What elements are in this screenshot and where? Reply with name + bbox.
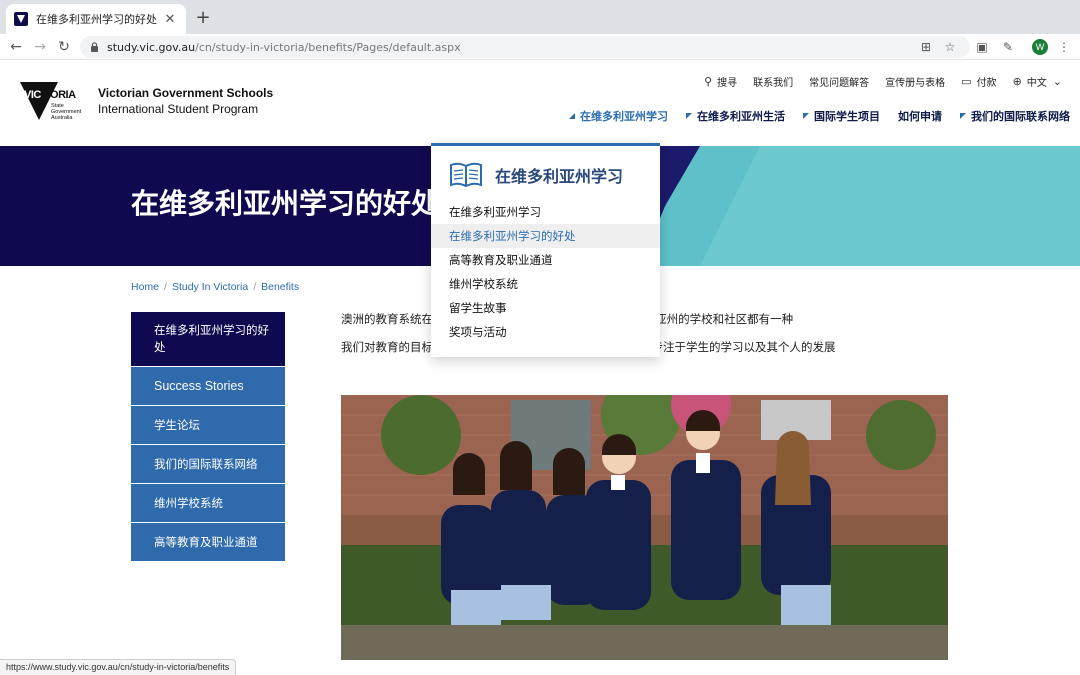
forward-arrow-icon[interactable]: → <box>30 37 50 57</box>
url-host: study.vic.gov.au <box>107 40 196 54</box>
browser-tab[interactable]: 在维多利亚州学习的好处 ✕ <box>6 4 186 34</box>
sidebar-item-success-stories[interactable]: Success Stories <box>131 367 285 406</box>
eyedropper-extension-icon[interactable]: ✎ <box>1000 39 1016 55</box>
util-contact-link[interactable]: 联系我们 <box>753 74 793 89</box>
dropdown-item-student-stories[interactable]: 留学生故事 <box>431 296 660 320</box>
util-search-link[interactable]: ⚲ 搜寻 <box>704 74 737 89</box>
nav-how-to-apply[interactable]: 如何申请 <box>898 108 942 124</box>
chevron-down-icon: ⌄ <box>1052 75 1062 88</box>
logo-title: Victorian Government Schools <box>98 86 274 100</box>
breadcrumb-separator: / <box>164 281 167 293</box>
sidebar-item-pathways[interactable]: 高等教育及职业通道 <box>131 523 285 562</box>
nav-label: 如何申请 <box>898 110 942 123</box>
sidebar-nav: 在维多利亚州学习的好处 Success Stories 学生论坛 我们的国际联系… <box>131 312 285 562</box>
browser-menu-icon[interactable]: ⋮ <box>1056 39 1072 55</box>
address-toolbar: ← → ↻ study.vic.gov.au /cn/study-in-vict… <box>0 34 1080 60</box>
site-logo[interactable]: VIC TORIA State Government Australia Vic… <box>18 80 273 122</box>
svg-text:Australia: Australia <box>51 115 73 121</box>
url-path: /cn/study-in-victoria/benefits/Pages/def… <box>195 40 461 54</box>
breadcrumb-home[interactable]: Home <box>131 281 159 293</box>
svg-text:TORIA: TORIA <box>44 89 76 101</box>
site-header: VIC TORIA State Government Australia Vic… <box>0 60 1080 146</box>
main-nav: 在维多利亚州学习 在维多利亚州生活 国际学生项目 如何申请 我们的国际联系网络 <box>551 108 1070 124</box>
util-payment-label: 付款 <box>976 78 997 89</box>
breadcrumb-study[interactable]: Study In Victoria <box>172 281 248 293</box>
sidebar-item-student-forum[interactable]: 学生论坛 <box>131 406 285 445</box>
nav-marker-icon <box>686 113 692 119</box>
svg-text:VIC: VIC <box>24 89 41 101</box>
back-arrow-icon[interactable]: ← <box>6 37 26 57</box>
students-photo <box>341 395 948 660</box>
card-icon: ▭ <box>961 75 972 88</box>
language-selector[interactable]: ⊕ 中文 ⌄ <box>1013 74 1062 89</box>
util-brochures-label: 宣传册与表格 <box>885 78 946 89</box>
link-status-bar: https://www.study.vic.gov.au/cn/study-in… <box>0 659 237 675</box>
util-faq-link[interactable]: 常见问题解答 <box>809 74 869 89</box>
translate-icon[interactable]: ⊞ <box>918 39 934 55</box>
tab-title: 在维多利亚州学习的好处 <box>36 13 157 26</box>
sidebar-item-school-system[interactable]: 维州学校系统 <box>131 484 285 523</box>
open-book-icon <box>450 162 482 188</box>
logo-subtitle: International Student Program <box>98 102 259 116</box>
nav-label: 在维多利亚州学习 <box>580 110 668 123</box>
url-bar[interactable]: study.vic.gov.au /cn/study-in-victoria/b… <box>80 36 970 58</box>
nav-label: 国际学生项目 <box>814 110 880 123</box>
page-title: 在维多利亚州学习的好处 <box>131 187 440 220</box>
new-tab-button[interactable]: + <box>194 8 212 28</box>
nav-marker-icon <box>803 113 809 119</box>
victoria-logo-icon: VIC TORIA State Government Australia <box>20 82 82 121</box>
profile-avatar[interactable]: W <box>1032 39 1048 55</box>
dropdown-item-pathways[interactable]: 高等教育及职业通道 <box>431 248 660 272</box>
sidebar-item-international-network[interactable]: 我们的国际联系网络 <box>131 445 285 484</box>
nav-study-in-victoria[interactable]: 在维多利亚州学习 <box>569 108 668 124</box>
nav-marker-icon <box>960 113 966 119</box>
dropdown-item-awards[interactable]: 奖项与活动 <box>431 320 660 344</box>
image-extension-icon[interactable]: ▣ <box>974 39 990 55</box>
reload-icon[interactable]: ↻ <box>54 37 74 57</box>
lock-icon <box>91 42 98 52</box>
language-label: 中文 <box>1026 78 1047 89</box>
globe-icon: ⊕ <box>1012 75 1022 88</box>
dropdown-item-benefits[interactable]: 在维多利亚州学习的好处 <box>431 224 660 248</box>
nav-label: 我们的国际联系网络 <box>971 110 1070 123</box>
sidebar-item-benefits[interactable]: 在维多利亚州学习的好处 <box>131 312 285 367</box>
victoria-favicon-icon <box>14 12 28 26</box>
nav-marker-icon <box>569 113 575 119</box>
bookmark-star-icon[interactable]: ☆ <box>942 39 958 55</box>
nav-label: 在维多利亚州生活 <box>697 110 785 123</box>
search-icon: ⚲ <box>704 75 713 88</box>
dropdown-item-school-system[interactable]: 维州学校系统 <box>431 272 660 296</box>
breadcrumb-separator: / <box>253 281 257 293</box>
util-brochures-link[interactable]: 宣传册与表格 <box>885 74 945 89</box>
nav-international-network[interactable]: 我们的国际联系网络 <box>960 108 1070 124</box>
util-contact-label: 联系我们 <box>753 78 794 89</box>
utility-nav: ⚲ 搜寻 联系我们 常见问题解答 宣传册与表格 ▭ 付款 ⊕ 中文 ⌄ <box>688 74 1062 89</box>
util-faq-label: 常见问题解答 <box>809 78 870 89</box>
dropdown-item-study[interactable]: 在维多利亚州学习 <box>431 200 660 224</box>
nav-living-in-victoria[interactable]: 在维多利亚州生活 <box>686 108 785 124</box>
util-payment-link[interactable]: ▭ 付款 <box>961 74 996 89</box>
dropdown-title: 在维多利亚州学习 <box>495 167 624 186</box>
util-search-label: 搜寻 <box>717 78 738 89</box>
breadcrumb: Home / Study In Victoria / Benefits <box>131 281 299 293</box>
breadcrumb-benefits[interactable]: Benefits <box>261 281 299 293</box>
browser-tab-strip: 在维多利亚州学习的好处 ✕ + <box>0 0 1080 34</box>
nav-international-programs[interactable]: 国际学生项目 <box>803 108 880 124</box>
close-tab-icon[interactable]: ✕ <box>162 12 178 27</box>
study-dropdown-menu: 在维多利亚州学习 在维多利亚州学习 在维多利亚州学习的好处 高等教育及职业通道 … <box>431 143 660 357</box>
